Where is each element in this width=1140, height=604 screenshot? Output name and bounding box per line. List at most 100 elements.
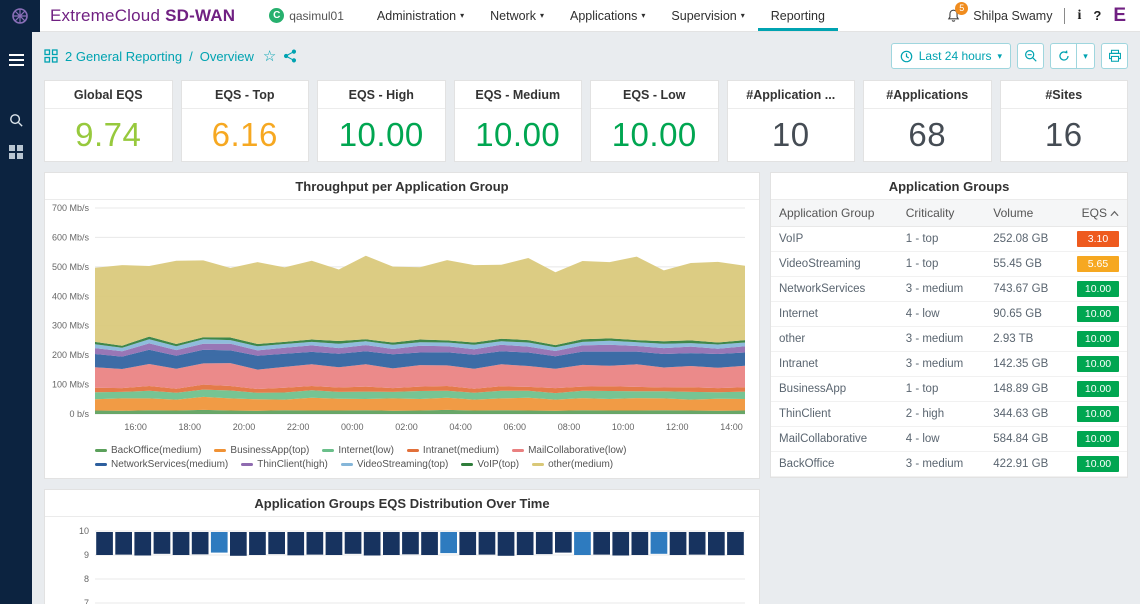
cell-criticality: 1 - top xyxy=(898,227,986,252)
legend-item-mailcollaborative-low[interactable]: MailCollaborative(low) xyxy=(512,445,626,456)
eqs-score-badge: 10.00 xyxy=(1077,306,1119,322)
table-row-voip[interactable]: VoIP1 - top252.08 GB3.10 xyxy=(771,227,1127,252)
throughput-panel-title: Throughput per Application Group xyxy=(45,173,759,200)
legend-item-networkservices-medium[interactable]: NetworkServices(medium) xyxy=(95,459,228,470)
kpi-label: EQS - Low xyxy=(591,81,718,109)
refresh-button[interactable] xyxy=(1050,43,1077,69)
cell-volume: 142.35 GB xyxy=(985,352,1069,377)
breadcrumb-report[interactable]: 2 General Reporting xyxy=(65,49,182,64)
cell-volume: 55.45 GB xyxy=(985,252,1069,277)
notifications-button[interactable]: 5 xyxy=(946,8,961,24)
table-row-backoffice[interactable]: BackOffice3 - medium422.91 GB10.00 xyxy=(771,452,1127,477)
legend-label: NetworkServices(medium) xyxy=(111,459,228,470)
search-icon[interactable] xyxy=(0,104,32,136)
cell-group: Internet xyxy=(771,302,898,327)
user-name: qasimul01 xyxy=(289,9,344,23)
cell-eqs: 10.00 xyxy=(1069,302,1127,327)
cell-eqs: 10.00 xyxy=(1069,277,1127,302)
legend-item-videostreaming-top[interactable]: VideoStreaming(top) xyxy=(341,459,449,470)
legend-item-thinclient-high[interactable]: ThinClient(high) xyxy=(241,459,328,470)
cell-group: other xyxy=(771,327,898,352)
divider xyxy=(1064,8,1065,24)
menu-item-administration[interactable]: Administration▾ xyxy=(364,0,477,31)
table-row-businessapp[interactable]: BusinessApp1 - top148.89 GB10.00 xyxy=(771,377,1127,402)
table-row-other[interactable]: other3 - medium2.93 TB10.00 xyxy=(771,327,1127,352)
apps-grid-icon[interactable] xyxy=(0,136,32,168)
legend-label: Intranet(medium) xyxy=(423,445,499,456)
legend-item-internet-low[interactable]: Internet(low) xyxy=(322,445,394,456)
table-header-row: Application Group Criticality Volume EQS xyxy=(771,200,1127,227)
cell-criticality: 4 - low xyxy=(898,302,986,327)
svg-text:20:00: 20:00 xyxy=(233,422,256,432)
panels-row: Throughput per Application Group 700 Mb/… xyxy=(44,172,1128,479)
legend-label: VideoStreaming(top) xyxy=(357,459,449,470)
eqs-distribution-panel: Application Groups EQS Distribution Over… xyxy=(44,489,760,604)
cell-group: BusinessApp xyxy=(771,377,898,402)
main-content: 2 General Reporting / Overview ☆ Last 24… xyxy=(32,32,1140,604)
table-row-internet[interactable]: Internet4 - low90.65 GB10.00 xyxy=(771,302,1127,327)
main-menu: Administration▾Network▾Applications▾Supe… xyxy=(364,0,838,31)
favorite-star-icon[interactable]: ☆ xyxy=(263,47,276,65)
eqs-score-badge: 10.00 xyxy=(1077,381,1119,397)
table-row-thinclient[interactable]: ThinClient2 - high344.63 GB10.00 xyxy=(771,402,1127,427)
col-eqs-sort[interactable]: EQS xyxy=(1069,200,1127,227)
svg-text:500 Mb/s: 500 Mb/s xyxy=(52,262,90,272)
user-chip[interactable]: C qasimul01 xyxy=(269,8,344,23)
menu-item-supervision[interactable]: Supervision▾ xyxy=(658,0,757,31)
refresh-options-button[interactable]: ▾ xyxy=(1077,43,1095,69)
menu-item-network[interactable]: Network▾ xyxy=(477,0,557,31)
kpi-label: EQS - Medium xyxy=(455,81,582,109)
col-criticality[interactable]: Criticality xyxy=(898,200,986,227)
menu-item-label: Administration xyxy=(377,9,456,23)
cell-group: Intranet xyxy=(771,352,898,377)
eqs-distribution-title: Application Groups EQS Distribution Over… xyxy=(45,490,759,517)
kpi-card-eqs-low: EQS - Low10.00 xyxy=(590,80,719,162)
kpi-value: 9.74 xyxy=(45,109,172,161)
legend-item-intranet-medium[interactable]: Intranet(medium) xyxy=(407,445,499,456)
throughput-panel: Throughput per Application Group 700 Mb/… xyxy=(44,172,760,479)
table-row-intranet[interactable]: Intranet3 - medium142.35 GB10.00 xyxy=(771,352,1127,377)
menu-item-reporting[interactable]: Reporting xyxy=(758,0,838,31)
svg-text:700 Mb/s: 700 Mb/s xyxy=(52,203,90,213)
table-row-networkservices[interactable]: NetworkServices3 - medium743.67 GB10.00 xyxy=(771,277,1127,302)
cell-eqs: 10.00 xyxy=(1069,352,1127,377)
svg-text:8: 8 xyxy=(84,574,89,584)
account-name[interactable]: Shilpa Swamy xyxy=(973,9,1052,23)
cell-criticality: 3 - medium xyxy=(898,327,986,352)
legend-label: other(medium) xyxy=(548,459,613,470)
col-application-group[interactable]: Application Group xyxy=(771,200,898,227)
cell-criticality: 4 - low xyxy=(898,427,986,452)
cell-group: ThinClient xyxy=(771,402,898,427)
svg-text:300 Mb/s: 300 Mb/s xyxy=(52,321,90,331)
legend-item-voip-top[interactable]: VoIP(top) xyxy=(461,459,519,470)
legend-item-other-medium[interactable]: other(medium) xyxy=(532,459,613,470)
menu-item-applications[interactable]: Applications▾ xyxy=(557,0,658,31)
info-icon[interactable]: i xyxy=(1077,8,1081,24)
share-icon[interactable] xyxy=(283,49,297,63)
throughput-legend: BackOffice(medium) BusinessApp(top) Intern… xyxy=(45,442,759,478)
legend-swatch xyxy=(214,449,226,452)
legend-swatch xyxy=(241,463,253,466)
application-groups-panel: Application Groups Application Group Cri… xyxy=(770,172,1128,478)
time-range-selector[interactable]: Last 24 hours ▾ xyxy=(891,43,1011,69)
menu-item-label: Network xyxy=(490,9,536,23)
col-eqs-label: EQS xyxy=(1082,206,1107,220)
sort-asc-icon xyxy=(1110,210,1119,217)
breadcrumb-page[interactable]: Overview xyxy=(200,49,254,64)
legend-item-businessapp-top[interactable]: BusinessApp(top) xyxy=(214,445,309,456)
legend-item-backoffice-medium[interactable]: BackOffice(medium) xyxy=(95,445,201,456)
col-volume[interactable]: Volume xyxy=(985,200,1069,227)
svg-text:00:00: 00:00 xyxy=(341,422,364,432)
hamburger-menu-icon[interactable] xyxy=(0,44,32,76)
kpi-card-eqs-medium: EQS - Medium10.00 xyxy=(454,80,583,162)
help-icon[interactable]: ? xyxy=(1093,8,1101,23)
print-button[interactable] xyxy=(1101,43,1128,69)
table-row-videostreaming[interactable]: VideoStreaming1 - top55.45 GB5.65 xyxy=(771,252,1127,277)
zoom-out-button[interactable] xyxy=(1017,43,1044,69)
table-row-mailcollaborative[interactable]: MailCollaborative4 - low584.84 GB10.00 xyxy=(771,427,1127,452)
cell-criticality: 1 - top xyxy=(898,252,986,277)
extreme-logo-icon xyxy=(10,6,30,26)
navbar-right: 5 Shilpa Swamy i ? E xyxy=(946,6,1140,25)
svg-text:08:00: 08:00 xyxy=(558,422,581,432)
svg-text:10:00: 10:00 xyxy=(612,422,635,432)
